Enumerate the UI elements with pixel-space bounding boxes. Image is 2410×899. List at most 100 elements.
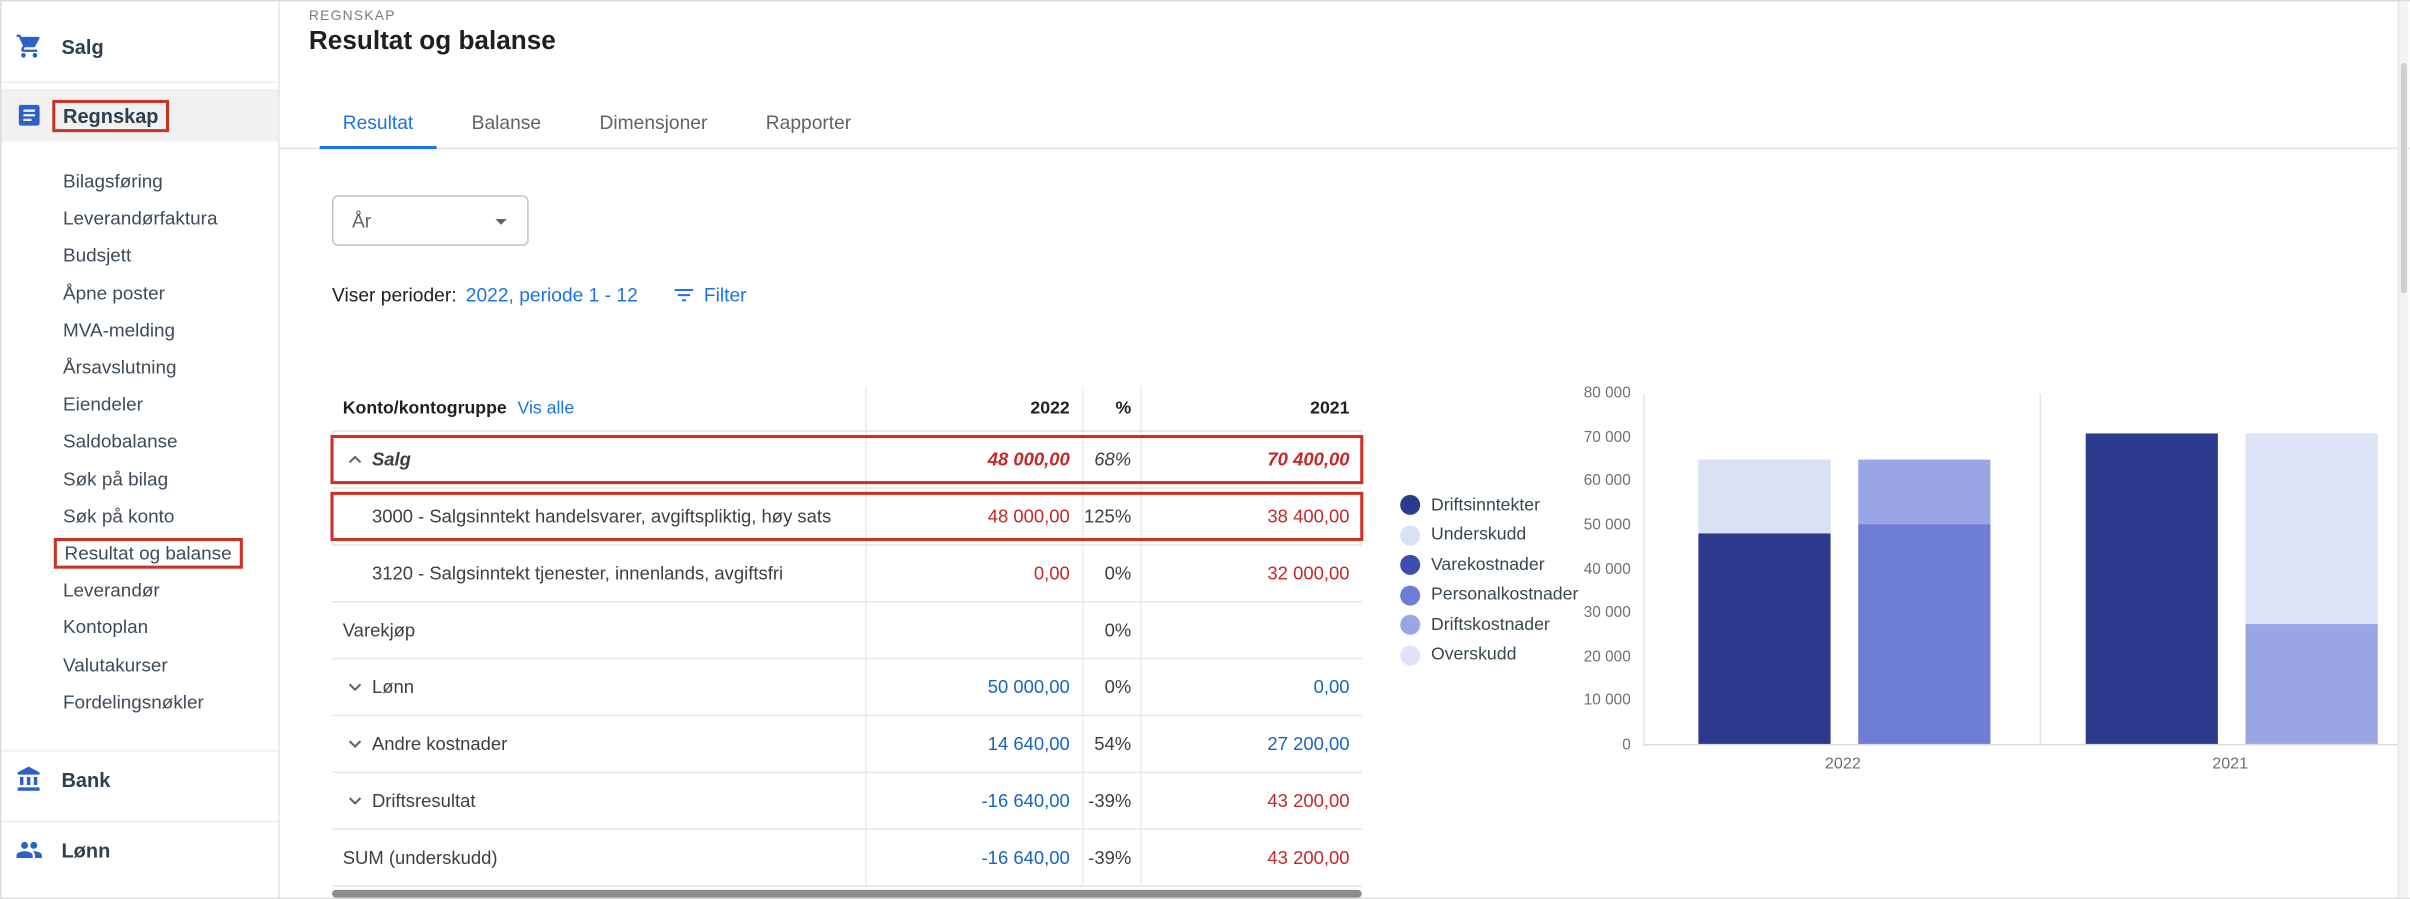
sidebar-subitem-budsjett[interactable]: Budsjett [2,237,279,274]
sidebar-subitem-leverand-rfaktura[interactable]: Leverandørfaktura [2,200,279,237]
sidebar-subitem-s-k-p-bilag[interactable]: Søk på bilag [2,460,279,497]
sidebar-subitem-pne-poster[interactable]: Åpne poster [2,274,279,311]
cell-2021: 38 400,00 [1142,489,1362,544]
value-pct: 54% [1094,733,1131,755]
sidebar-item-label: Regnskap [52,99,169,131]
value-2021: 43 200,00 [1267,847,1349,869]
tab-rapporter[interactable]: Rapporter [737,97,881,148]
table-row-3000-salgsinntekt-handelsvarer-avgiftspliktig-h-y-sats[interactable]: 3000 - Salgsinntekt handelsvarer, avgift… [332,489,1362,546]
chevron-down-icon[interactable] [343,788,368,813]
tab-bar: Resultat Balanse Dimensjoner Rapporter [280,97,2410,149]
cell-2021: 32 000,00 [1142,546,1362,601]
sidebar-divider [2,81,279,83]
sidebar-item-label: Lønn [61,838,110,861]
row-label: Salg [372,449,411,471]
sidebar-subitem-saldobalanse[interactable]: Saldobalanse [2,423,279,460]
sidebar-subitem-fordelingsn-kler[interactable]: Fordelingsnøkler [2,683,279,720]
sidebar-subitem-s-k-p-konto[interactable]: Søk på konto [2,498,279,535]
value-2022: 0,00 [1034,563,1070,585]
sidebar-subitem-label: Årsavslutning [63,357,176,379]
table-row-varekj-p[interactable]: Varekjøp 0% [332,603,1362,660]
bar-segment-driftskostnader [2246,624,2378,744]
vis-alle-link[interactable]: Vis alle [517,399,574,417]
sidebar-subitem-resultat-og-balanse[interactable]: Resultat og balanse [2,535,279,572]
value-2022: -16 640,00 [982,790,1070,812]
cell-2022: 0,00 [867,546,1084,601]
row-name-cell: Varekjøp [332,603,867,658]
sidebar-subitem-kontoplan[interactable]: Kontoplan [2,609,279,646]
sidebar-subitem-label: Kontoplan [63,617,148,639]
table-row-sum-underskudd[interactable]: SUM (underskudd)-16 640,00-39%43 200,00 [332,830,1362,887]
bar-segment-driftsinntekter [1698,533,1830,744]
cell-2021 [1142,603,1362,658]
table-row-salg[interactable]: Salg48 000,0068%70 400,00 [332,432,1362,489]
filter-button-label: Filter [704,284,747,306]
tab-resultat[interactable]: Resultat [314,97,443,148]
table-horizontal-scrollbar[interactable] [332,890,1362,898]
page-scrollbar-thumb[interactable] [2401,63,2407,294]
ledger-icon [15,101,43,129]
chevron-down-icon[interactable] [343,732,368,757]
legend-label: Overskudd [1431,646,1516,664]
y-axis-label: 40 000 [1584,561,1631,578]
row-label: 3000 - Salgsinntekt handelsvarer, avgift… [372,506,831,528]
y-axis-label: 0 [1622,737,1631,754]
chevron-down-icon [487,207,515,235]
sidebar: Salg Regnskap Bilagsføring Leverandørfakt… [2,2,280,898]
value-pct: -39% [1088,790,1131,812]
value-pct: 0% [1105,619,1132,641]
x-axis-label-2021: 2021 [2169,755,2292,773]
period-link[interactable]: 2022, periode 1 - 12 [466,284,638,306]
sidebar-subitem-label: Bilagsføring [63,171,163,193]
sidebar-item-salg[interactable]: Salg [2,23,279,69]
value-2021: 32 000,00 [1267,563,1349,585]
cell-2021: 27 200,00 [1142,716,1362,771]
sidebar-subitem-bilagsf-ring[interactable]: Bilagsføring [2,163,279,200]
value-2021: 38 400,00 [1267,506,1349,528]
y-axis-label: 70 000 [1584,429,1631,446]
cell-pct: -39% [1084,773,1142,828]
table-body: Salg48 000,0068%70 400,003000 - Salgsinn… [332,432,1362,887]
sidebar-subitem-mva-melding[interactable]: MVA-melding [2,312,279,349]
sidebar-subitem-label: Saldobalanse [63,431,178,453]
sidebar-item-regnskap[interactable]: Regnskap [2,89,279,141]
table-row-andre-kostnader[interactable]: Andre kostnader14 640,0054%27 200,00 [332,716,1362,773]
cell-2022: 48 000,00 [867,432,1084,487]
sidebar-subitem-valutakurser[interactable]: Valutakurser [2,646,279,683]
tab-balanse[interactable]: Balanse [442,97,570,148]
sidebar-subitem-rsavslutning[interactable]: Årsavslutning [2,349,279,386]
chevron-down-icon[interactable] [343,675,368,700]
tab-label: Rapporter [766,111,851,133]
period-type-select[interactable]: År [332,195,529,246]
page-scrollbar[interactable] [2398,2,2409,898]
chevron-up-icon[interactable] [343,447,368,472]
cell-pct: 0% [1084,546,1142,601]
row-name-cell: Lønn [332,659,867,714]
sidebar-item-bank[interactable]: Bank [2,756,279,802]
value-2021: 43 200,00 [1267,790,1349,812]
cell-2022: 50 000,00 [867,659,1084,714]
tab-dimensjoner[interactable]: Dimensjoner [570,97,736,148]
period-type-select-value: År [352,210,487,232]
value-pct: 0% [1105,563,1132,585]
filter-button[interactable]: Filter [672,283,747,308]
value-2021: 27 200,00 [1267,733,1349,755]
sidebar-item-lonn[interactable]: Lønn [2,827,279,873]
y-axis-label: 50 000 [1584,517,1631,534]
column-header-pct: % [1084,386,1142,431]
app-window: Salg Regnskap Bilagsføring Leverandørfakt… [0,0,2410,899]
bar-chart-plot [1643,393,2399,745]
tab-label: Balanse [472,111,541,133]
value-pct: 125% [1084,506,1131,528]
column-header-konto-label: Konto/kontogruppe [343,399,507,417]
table-row-l-nn[interactable]: Lønn50 000,000%0,00 [332,659,1362,716]
row-label: Lønn [372,676,414,698]
bar-segment-driftsinntekter [2086,434,2218,744]
sidebar-subitem-eiendeler[interactable]: Eiendeler [2,386,279,423]
table-row-3120-salgsinntekt-tjenester-innenlands-avgiftsfri[interactable]: 3120 - Salgsinntekt tjenester, innenland… [332,546,1362,603]
sidebar-subitem-leverand-r[interactable]: Leverandør [2,572,279,609]
row-name-cell: Driftsresultat [332,773,867,828]
table-row-driftsresultat[interactable]: Driftsresultat -16 640,00 -39% 43 200,00 [332,773,1362,830]
y-axis-label: 10 000 [1584,693,1631,710]
value-2022: 48 000,00 [988,449,1070,471]
